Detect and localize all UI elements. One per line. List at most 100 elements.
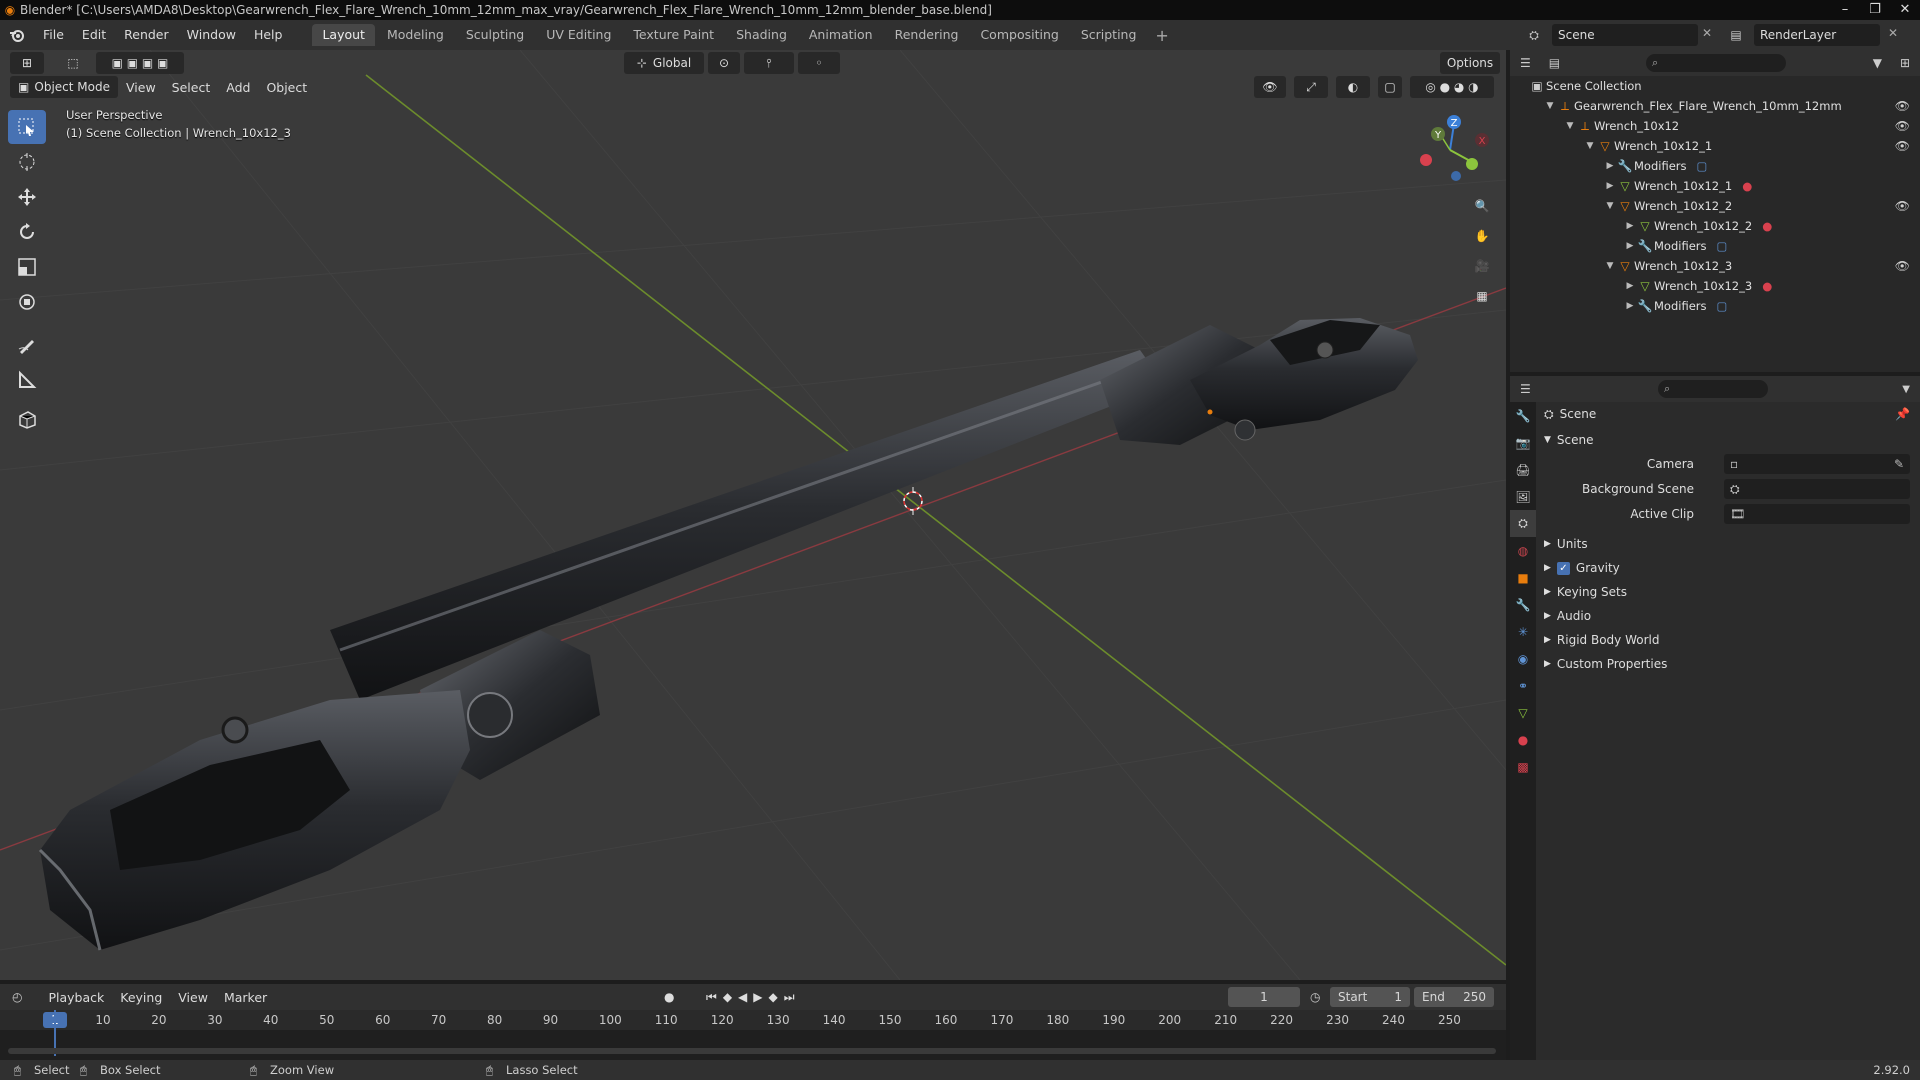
view-layer-tab-icon[interactable]: 🖼 — [1510, 483, 1536, 510]
next-keyframe-icon[interactable]: ◆ — [769, 990, 778, 1005]
particles-tab-icon[interactable]: ✳ — [1510, 618, 1536, 645]
scene-tab-icon[interactable]: ⛭ — [1510, 510, 1536, 537]
tab-uv-editing[interactable]: UV Editing — [536, 24, 621, 46]
tab-sculpting[interactable]: Sculpting — [456, 24, 534, 46]
tab-shading[interactable]: Shading — [726, 24, 797, 46]
navigation-gizmo[interactable]: Z Y X — [1410, 110, 1490, 190]
outliner-row[interactable]: ▶ ▽ Wrench_10x12_2 ● — [1510, 216, 1920, 236]
annotate-tool-icon[interactable] — [8, 328, 46, 362]
proportional-edit-icon[interactable]: ◦ — [798, 52, 840, 74]
scene-icon[interactable]: ⛭ — [1522, 24, 1546, 46]
expand-toggle-icon[interactable]: ▶ — [1624, 241, 1636, 251]
expand-toggle-icon[interactable]: ▶ — [1604, 181, 1616, 191]
visibility-eye-icon[interactable]: 👁 — [1895, 139, 1910, 153]
constraints-tab-icon[interactable]: ⚭ — [1510, 672, 1536, 699]
view-layer-selector[interactable]: RenderLayer — [1754, 24, 1880, 46]
record-icon[interactable]: ● — [664, 990, 674, 1004]
menu-file[interactable]: File — [34, 20, 73, 50]
panel-keying-sets[interactable]: ▶ Keying Sets — [1536, 580, 1920, 604]
timeline-menu-playback[interactable]: Playback — [40, 990, 112, 1005]
play-reverse-icon[interactable]: ◀ — [738, 990, 747, 1005]
measure-tool-icon[interactable] — [8, 363, 46, 397]
new-collection-icon[interactable]: ⊞ — [1900, 56, 1910, 70]
jump-end-icon[interactable]: ⏭ — [784, 990, 795, 1005]
tab-rendering[interactable]: Rendering — [885, 24, 969, 46]
tool-tab-icon[interactable]: 🔧 — [1510, 402, 1536, 429]
gizmo-neg-z-icon[interactable] — [1451, 171, 1461, 181]
blender-menu-icon[interactable] — [0, 20, 34, 50]
editor-type-icon[interactable]: ⊞ — [10, 52, 44, 74]
expand-toggle-icon[interactable]: ▼ — [1544, 101, 1556, 111]
tab-modeling[interactable]: Modeling — [377, 24, 454, 46]
wrench-model[interactable] — [38, 318, 1418, 951]
close-button[interactable]: ✕ — [1890, 0, 1920, 20]
maximize-button[interactable]: ❐ — [1860, 0, 1890, 20]
tab-scripting[interactable]: Scripting — [1071, 24, 1147, 46]
outliner-row[interactable]: ▼ ⟂ Wrench_10x12 👁 — [1510, 116, 1920, 136]
minimize-button[interactable]: – — [1830, 0, 1860, 20]
mode-dropdown[interactable]: ▣ Object Mode — [10, 76, 118, 98]
expand-toggle-icon[interactable]: ▶ — [1624, 301, 1636, 311]
outliner-search-input[interactable]: ⌕ — [1646, 54, 1786, 72]
outliner-row[interactable]: ▶ 🔧 Modifiers ▢ — [1510, 156, 1920, 176]
menu-window[interactable]: Window — [178, 20, 245, 50]
expand-toggle-icon[interactable]: ▼ — [1564, 121, 1576, 131]
background-scene-field[interactable]: ⛭ — [1724, 479, 1910, 499]
timeline-scrollbar[interactable] — [8, 1048, 1496, 1054]
world-tab-icon[interactable]: ◍ — [1510, 537, 1536, 564]
timeline-editor-icon[interactable]: ◴ — [12, 990, 22, 1004]
start-frame-field[interactable]: Start 1 — [1330, 987, 1410, 1007]
cursor-tool-icon[interactable] — [8, 145, 46, 179]
pivot-icon[interactable]: ⊙ — [708, 52, 740, 74]
tab-compositing[interactable]: Compositing — [970, 24, 1068, 46]
timeline-ruler[interactable]: 1102030405060708090100110120130140150160… — [0, 1010, 1506, 1030]
add-cube-tool-icon[interactable] — [8, 402, 46, 436]
output-tab-icon[interactable]: 🖨 — [1510, 456, 1536, 483]
expand-toggle-icon[interactable]: ▼ — [1604, 201, 1616, 211]
texture-tab-icon[interactable]: ▩ — [1510, 753, 1536, 780]
eyedropper-icon[interactable]: ✎ — [1894, 457, 1904, 471]
overlays-icon[interactable]: ◐ — [1336, 76, 1370, 98]
scene-close-icon[interactable]: ✕ — [1702, 26, 1712, 40]
menu-edit[interactable]: Edit — [73, 20, 115, 50]
outliner-row[interactable]: ▼ ▽ Wrench_10x12_1 👁 — [1510, 136, 1920, 156]
properties-dropdown-icon[interactable]: ▼ — [1902, 384, 1910, 395]
tab-texture-paint[interactable]: Texture Paint — [623, 24, 724, 46]
menu-help[interactable]: Help — [245, 20, 292, 50]
3d-viewport[interactable]: ⊞ ⬚ ▣ ▣ ▣ ▣ ⊹ Global ⊙ ⫯ ◦ Options ▣ Obj… — [0, 50, 1506, 980]
visibility-eye-icon[interactable]: 👁 — [1895, 199, 1910, 213]
outliner-row[interactable]: ▶ ▽ Wrench_10x12_1 ● — [1510, 176, 1920, 196]
timeline-menu-keying[interactable]: Keying — [112, 990, 170, 1005]
filter-icon[interactable]: ▼ — [1873, 56, 1882, 70]
viewport-menu-object[interactable]: Object — [258, 80, 315, 95]
move-tool-icon[interactable] — [8, 180, 46, 214]
visibility-eye-icon[interactable]: 👁 — [1895, 99, 1910, 113]
tab-animation[interactable]: Animation — [799, 24, 883, 46]
viewport-menu-add[interactable]: Add — [218, 80, 258, 95]
scene-panel-header[interactable]: ▼ Scene — [1536, 428, 1920, 452]
xray-icon[interactable]: ▢ — [1378, 76, 1402, 98]
visibility-eye-icon[interactable]: 👁 — [1895, 119, 1910, 133]
outliner-row[interactable]: ▼ ▽ Wrench_10x12_3 👁 — [1510, 256, 1920, 276]
outliner-editor-icon[interactable]: ☰ — [1520, 56, 1531, 70]
prev-keyframe-icon[interactable]: ◆ — [723, 990, 732, 1005]
gizmo-icon[interactable]: ⤢ — [1294, 76, 1328, 98]
render-tab-icon[interactable]: 📷 — [1510, 429, 1536, 456]
gizmo-neg-x-icon[interactable] — [1420, 154, 1432, 166]
zoom-icon[interactable]: 🔍 — [1468, 192, 1496, 220]
viewport-menu-select[interactable]: Select — [164, 80, 219, 95]
selection-mode-buttons[interactable]: ▣ ▣ ▣ ▣ — [96, 52, 184, 74]
visibility-icon[interactable]: 👁 — [1254, 76, 1286, 98]
snap-icon[interactable]: ⫯ — [744, 52, 794, 74]
object-tab-icon[interactable]: ■ — [1510, 564, 1536, 591]
tab-layout[interactable]: Layout — [312, 24, 375, 46]
current-frame-field[interactable]: 1 — [1228, 987, 1300, 1007]
properties-search-input[interactable]: ⌕ — [1658, 380, 1768, 398]
view-layer-close-icon[interactable]: ✕ — [1888, 26, 1898, 40]
outliner-row[interactable]: ▶ 🔧 Modifiers ▢ — [1510, 236, 1920, 256]
viewport-menu-view[interactable]: View — [118, 80, 164, 95]
select-box-tool-icon[interactable] — [8, 110, 46, 144]
scene-selector[interactable]: Scene — [1552, 24, 1698, 46]
timeline-menu-marker[interactable]: Marker — [216, 990, 275, 1005]
timeline-menu-view[interactable]: View — [170, 990, 216, 1005]
